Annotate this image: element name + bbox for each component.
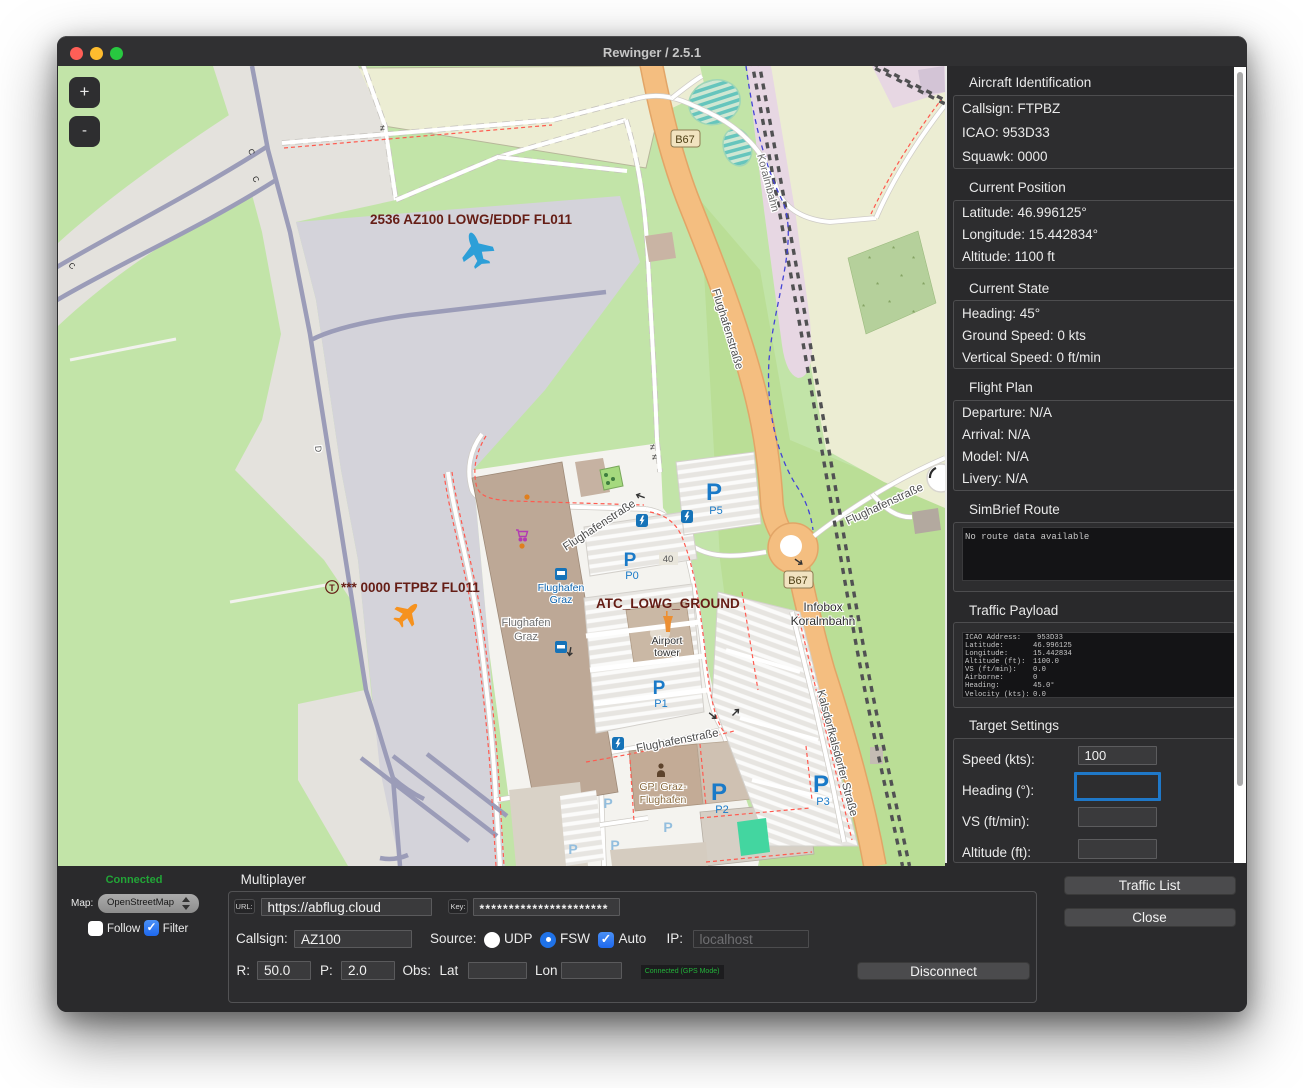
svg-text:P1: P1 — [654, 698, 667, 710]
svg-text:P: P — [653, 678, 666, 699]
svg-text:*: * — [876, 281, 879, 290]
svg-text:2536 AZ100 LOWG/EDDF FL011: 2536 AZ100 LOWG/EDDF FL011 — [370, 212, 573, 227]
svg-text:Infobox: Infobox — [803, 600, 842, 614]
svg-text:P: P — [706, 479, 722, 506]
svg-text:Flughafen: Flughafen — [538, 582, 585, 594]
svg-text:*: * — [888, 299, 891, 308]
svg-text:≠: ≠ — [650, 442, 655, 452]
svg-text:P: P — [813, 771, 829, 798]
svg-text:*: * — [868, 255, 871, 264]
svg-text:P: P — [624, 550, 637, 571]
svg-text:B67: B67 — [788, 575, 808, 587]
svg-text:≠: ≠ — [380, 123, 385, 133]
svg-text:P3: P3 — [816, 796, 829, 808]
svg-text:*: * — [862, 303, 865, 312]
svg-text:B67: B67 — [675, 134, 695, 146]
svg-text:T: T — [329, 583, 335, 593]
svg-text:tower: tower — [654, 647, 680, 659]
svg-text:P: P — [711, 779, 727, 806]
svg-text:GPI Graz-: GPI Graz- — [639, 781, 687, 793]
svg-text:*** 0000 FTPBZ FL011: *** 0000 FTPBZ FL011 — [341, 580, 480, 595]
svg-text:≠: ≠ — [652, 452, 657, 462]
svg-text:40: 40 — [663, 554, 674, 565]
svg-text:Graz: Graz — [514, 631, 538, 643]
svg-text:P: P — [568, 841, 577, 857]
svg-text:*: * — [912, 255, 915, 264]
svg-text:*: * — [900, 273, 903, 282]
svg-text:*: * — [922, 281, 925, 290]
svg-text:Koralmbahn: Koralmbahn — [791, 614, 856, 628]
svg-text:P0: P0 — [625, 570, 638, 582]
svg-text:P: P — [603, 795, 612, 811]
svg-text:Airport: Airport — [652, 635, 683, 647]
svg-text:Flughafen: Flughafen — [640, 794, 687, 806]
svg-text:*: * — [892, 245, 895, 254]
svg-text:ATC_LOWG_GROUND: ATC_LOWG_GROUND — [596, 596, 740, 611]
svg-text:Graz: Graz — [550, 594, 573, 606]
svg-text:P: P — [610, 837, 619, 853]
svg-text:P2: P2 — [715, 804, 728, 816]
svg-text:*: * — [912, 309, 915, 318]
svg-text:P5: P5 — [709, 505, 722, 517]
svg-text:Flughafen: Flughafen — [502, 617, 551, 629]
svg-text:P: P — [663, 819, 672, 835]
